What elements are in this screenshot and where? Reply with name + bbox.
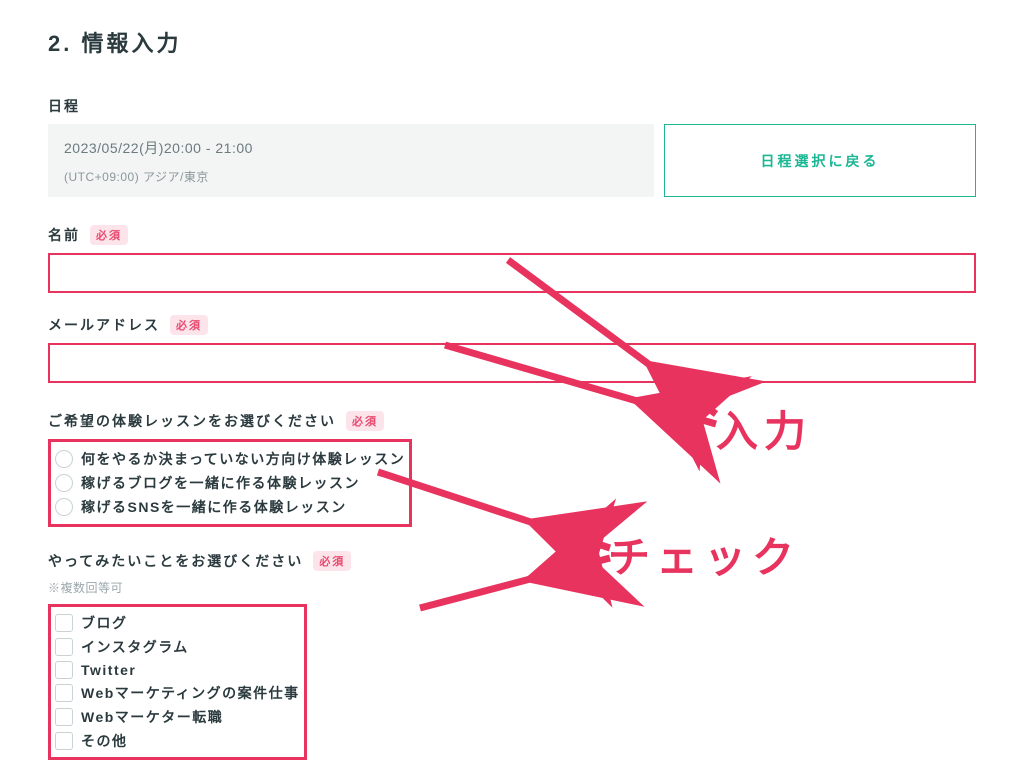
todo-option-label: その他 bbox=[81, 731, 128, 751]
required-badge: 必須 bbox=[313, 551, 351, 571]
schedule-datetime: 2023/05/22(月)20:00 - 21:00 bbox=[64, 138, 638, 158]
todo-option[interactable]: ブログ bbox=[55, 611, 300, 635]
lesson-option-label: 稼げるSNSを一緒に作る体験レッスン bbox=[81, 497, 347, 517]
name-label: 名前 bbox=[48, 225, 80, 245]
lesson-options-highlight: 何をやるか決まっていない方向け体験レッスン 稼げるブログを一緒に作る体験レッスン… bbox=[48, 439, 412, 527]
lesson-option[interactable]: 何をやるか決まっていない方向け体験レッスン bbox=[55, 447, 405, 471]
name-input[interactable] bbox=[48, 253, 976, 293]
todo-option[interactable]: Twitter bbox=[55, 659, 300, 681]
todo-option[interactable]: Webマーケティングの案件仕事 bbox=[55, 681, 300, 705]
todo-option-label: ブログ bbox=[81, 613, 128, 633]
schedule-display: 2023/05/22(月)20:00 - 21:00 (UTC+09:00) ア… bbox=[48, 124, 654, 197]
todo-option[interactable]: Webマーケター転職 bbox=[55, 705, 300, 729]
lesson-option[interactable]: 稼げるSNSを一緒に作る体験レッスン bbox=[55, 495, 405, 519]
lesson-label: ご希望の体験レッスンをお選びください bbox=[48, 411, 336, 431]
lesson-option-label: 何をやるか決まっていない方向け体験レッスン bbox=[81, 449, 405, 469]
todo-option-label: Webマーケター転職 bbox=[81, 707, 223, 727]
todo-options-highlight: ブログ インスタグラム Twitter Webマーケティングの案件仕事 Webマ… bbox=[48, 604, 307, 760]
required-badge: 必須 bbox=[170, 315, 208, 335]
section-title: 2. 情報入力 bbox=[48, 26, 976, 58]
lesson-option[interactable]: 稼げるブログを一緒に作る体験レッスン bbox=[55, 471, 405, 495]
back-to-schedule-button[interactable]: 日程選択に戻る bbox=[664, 124, 976, 197]
todo-option[interactable]: インスタグラム bbox=[55, 635, 300, 659]
todo-option-label: Twitter bbox=[81, 662, 136, 678]
email-input[interactable] bbox=[48, 343, 976, 383]
email-label: メールアドレス bbox=[48, 315, 160, 335]
schedule-label: 日程 bbox=[48, 96, 80, 116]
todo-option-label: インスタグラム bbox=[81, 637, 189, 657]
required-badge: 必須 bbox=[346, 411, 384, 431]
schedule-timezone: (UTC+09:00) アジア/東京 bbox=[64, 168, 638, 185]
checkbox-icon bbox=[55, 638, 73, 656]
lesson-option-label: 稼げるブログを一緒に作る体験レッスン bbox=[81, 473, 360, 493]
todo-note: ※複数回等可 bbox=[48, 579, 976, 596]
required-badge: 必須 bbox=[90, 225, 128, 245]
checkbox-icon bbox=[55, 614, 73, 632]
checkbox-icon bbox=[55, 684, 73, 702]
radio-icon bbox=[55, 498, 73, 516]
checkbox-icon bbox=[55, 708, 73, 726]
radio-icon bbox=[55, 474, 73, 492]
todo-option-label: Webマーケティングの案件仕事 bbox=[81, 683, 300, 703]
checkbox-icon bbox=[55, 732, 73, 750]
todo-label: やってみたいことをお選びください bbox=[48, 551, 303, 571]
checkbox-icon bbox=[55, 661, 73, 679]
radio-icon bbox=[55, 450, 73, 468]
todo-option[interactable]: その他 bbox=[55, 729, 300, 753]
